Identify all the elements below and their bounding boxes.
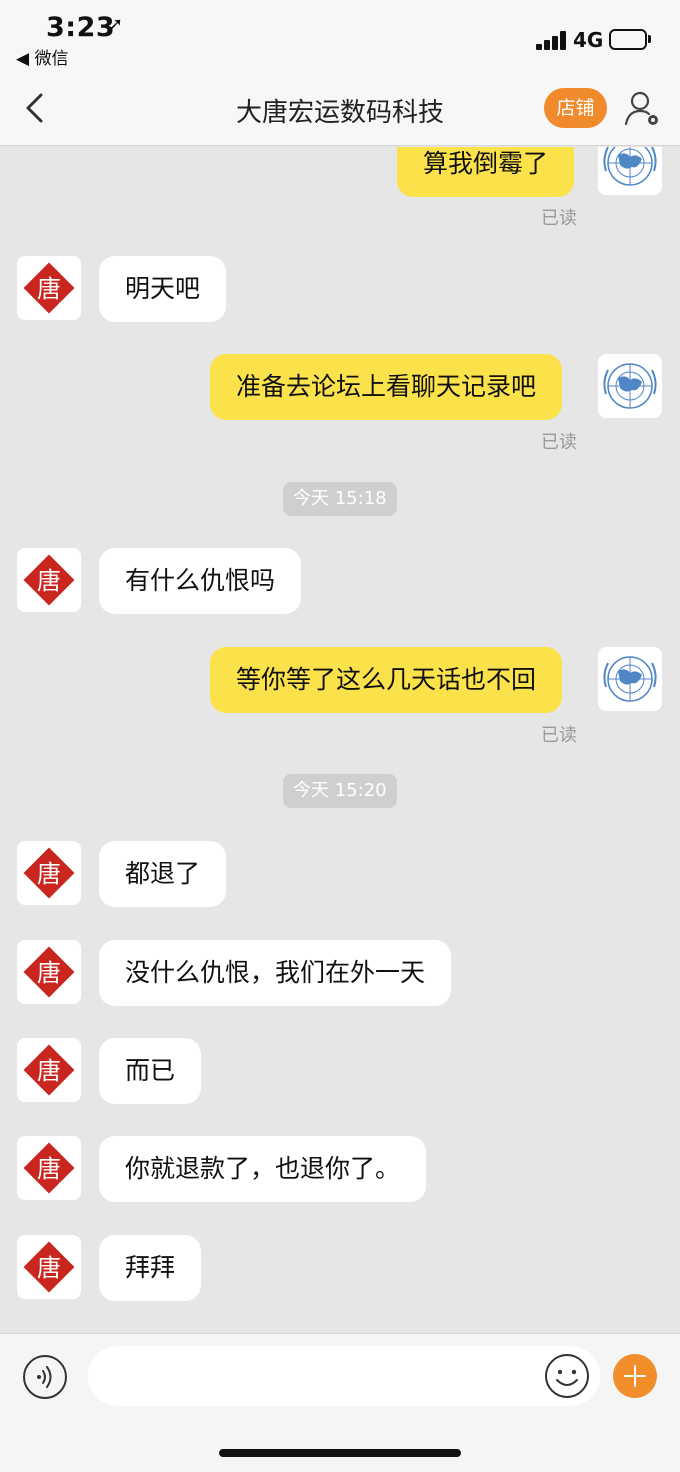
location-arrow-icon: ➚ (108, 14, 124, 35)
shop-avatar[interactable]: 唐 (17, 256, 81, 320)
battery-icon (609, 29, 647, 50)
time-divider: 今天 15:20 (283, 774, 397, 808)
store-button[interactable]: 店铺 (544, 88, 607, 128)
message-bubble-incoming[interactable]: 都退了 (99, 841, 227, 907)
user-avatar[interactable] (598, 147, 662, 195)
message-bubble-outgoing[interactable]: 算我倒霉了 (397, 147, 575, 197)
shop-logo-text: 唐 (37, 959, 61, 987)
home-indicator (219, 1449, 461, 1457)
shop-avatar[interactable]: 唐 (17, 841, 81, 905)
status-time: 3:23 (46, 12, 116, 43)
emoji-icon[interactable] (544, 1353, 590, 1399)
shop-logo-text: 唐 (37, 567, 61, 595)
shop-avatar[interactable]: 唐 (17, 548, 81, 612)
time-divider: 今天 15:18 (283, 482, 397, 516)
user-avatar[interactable] (598, 647, 662, 711)
more-options-plus-icon[interactable] (613, 1354, 657, 1398)
read-receipt: 已读 (541, 208, 577, 229)
message-bubble-outgoing[interactable]: 准备去论坛上看聊天记录吧 (210, 354, 563, 420)
back-to-app-link[interactable]: ◀ 微信 (16, 44, 68, 69)
shop-avatar[interactable]: 唐 (17, 1235, 81, 1299)
nav-bar: 大唐宏运数码科技 店铺 (0, 70, 680, 146)
shop-logo-text: 唐 (37, 1155, 61, 1183)
un-emblem-icon (603, 147, 657, 186)
network-type: 4G (573, 28, 604, 52)
shop-avatar[interactable]: 唐 (17, 1038, 81, 1102)
un-emblem-icon (603, 363, 657, 409)
read-receipt: 已读 (541, 725, 577, 746)
message-bubble-incoming[interactable]: 有什么仇恨吗 (99, 548, 302, 614)
message-bubble-outgoing[interactable]: 等你等了这么几天话也不回 (210, 647, 563, 713)
shop-logo-text: 唐 (37, 1057, 61, 1085)
read-receipt: 已读 (541, 432, 577, 453)
shop-logo-text: 唐 (37, 860, 61, 888)
message-bubble-incoming[interactable]: 而已 (99, 1038, 202, 1104)
message-bubble-incoming[interactable]: 拜拜 (99, 1235, 202, 1301)
chat-area[interactable]: 算我倒霉了 已读 唐 明天吧 准备去论坛上看聊天记录吧 已读 今天 15:18 … (0, 147, 680, 1333)
voice-input-icon[interactable] (22, 1354, 68, 1400)
shop-avatar[interactable]: 唐 (17, 1136, 81, 1200)
message-bubble-incoming[interactable]: 明天吧 (99, 256, 227, 322)
message-bubble-incoming[interactable]: 你就退款了，也退你了。 (99, 1136, 427, 1202)
status-bar: 3:23 ➚ ◀ 微信 4G (0, 0, 680, 70)
profile-settings-icon[interactable] (622, 88, 662, 128)
user-avatar[interactable] (598, 354, 662, 418)
un-emblem-icon (603, 656, 657, 702)
signal-icon (536, 30, 568, 50)
shop-logo-text: 唐 (37, 1254, 61, 1282)
message-bubble-incoming[interactable]: 没什么仇恨，我们在外一天 (99, 940, 452, 1006)
shop-logo-text: 唐 (37, 275, 61, 303)
shop-avatar[interactable]: 唐 (17, 940, 81, 1004)
message-input[interactable] (88, 1346, 600, 1406)
